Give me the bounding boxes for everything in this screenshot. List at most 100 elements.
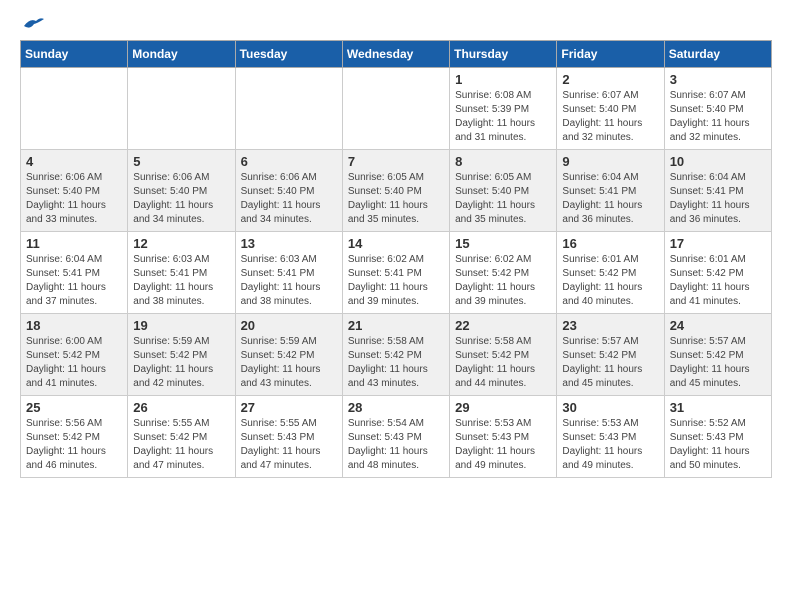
day-number: 18 bbox=[26, 318, 122, 333]
day-info: Sunrise: 5:55 AM Sunset: 5:42 PM Dayligh… bbox=[133, 417, 229, 473]
day-number: 10 bbox=[670, 154, 766, 169]
calendar-cell: 14 Sunrise: 6:02 AM Sunset: 5:41 PM Dayli… bbox=[342, 232, 449, 314]
day-info: Sunrise: 6:05 AM Sunset: 5:40 PM Dayligh… bbox=[348, 171, 444, 227]
day-number: 30 bbox=[562, 400, 658, 415]
calendar-cell: 2 Sunrise: 6:07 AM Sunset: 5:40 PM Daylig… bbox=[557, 68, 664, 150]
day-number: 21 bbox=[348, 318, 444, 333]
calendar-cell: 19 Sunrise: 5:59 AM Sunset: 5:42 PM Dayli… bbox=[128, 314, 235, 396]
calendar-cell: 11 Sunrise: 6:04 AM Sunset: 5:41 PM Dayli… bbox=[21, 232, 128, 314]
day-info: Sunrise: 6:04 AM Sunset: 5:41 PM Dayligh… bbox=[26, 253, 122, 309]
day-info: Sunrise: 5:56 AM Sunset: 5:42 PM Dayligh… bbox=[26, 417, 122, 473]
day-number: 12 bbox=[133, 236, 229, 251]
day-number: 23 bbox=[562, 318, 658, 333]
bird-icon bbox=[22, 16, 44, 34]
day-info: Sunrise: 5:59 AM Sunset: 5:42 PM Dayligh… bbox=[241, 335, 337, 391]
calendar-cell: 9 Sunrise: 6:04 AM Sunset: 5:41 PM Daylig… bbox=[557, 150, 664, 232]
day-info: Sunrise: 6:03 AM Sunset: 5:41 PM Dayligh… bbox=[133, 253, 229, 309]
calendar-cell: 1Sunrise: 6:08 AM Sunset: 5:39 PM Daylig… bbox=[450, 68, 557, 150]
calendar-cell: 15 Sunrise: 6:02 AM Sunset: 5:42 PM Dayli… bbox=[450, 232, 557, 314]
day-number: 1 bbox=[455, 72, 551, 87]
day-number: 31 bbox=[670, 400, 766, 415]
calendar-cell bbox=[342, 68, 449, 150]
day-info: Sunrise: 6:04 AM Sunset: 5:41 PM Dayligh… bbox=[670, 171, 766, 227]
day-number: 7 bbox=[348, 154, 444, 169]
weekday-header-thursday: Thursday bbox=[450, 41, 557, 68]
day-info: Sunrise: 6:00 AM Sunset: 5:42 PM Dayligh… bbox=[26, 335, 122, 391]
day-info: Sunrise: 5:58 AM Sunset: 5:42 PM Dayligh… bbox=[348, 335, 444, 391]
logo bbox=[20, 20, 44, 30]
day-info: Sunrise: 6:07 AM Sunset: 5:40 PM Dayligh… bbox=[562, 89, 658, 145]
calendar-cell: 21 Sunrise: 5:58 AM Sunset: 5:42 PM Dayli… bbox=[342, 314, 449, 396]
weekday-header-tuesday: Tuesday bbox=[235, 41, 342, 68]
calendar-cell: 7 Sunrise: 6:05 AM Sunset: 5:40 PM Daylig… bbox=[342, 150, 449, 232]
day-info: Sunrise: 6:01 AM Sunset: 5:42 PM Dayligh… bbox=[562, 253, 658, 309]
day-info: Sunrise: 5:52 AM Sunset: 5:43 PM Dayligh… bbox=[670, 417, 766, 473]
calendar-cell: 25 Sunrise: 5:56 AM Sunset: 5:42 PM Dayli… bbox=[21, 396, 128, 478]
day-number: 29 bbox=[455, 400, 551, 415]
weekday-header-saturday: Saturday bbox=[664, 41, 771, 68]
day-number: 5 bbox=[133, 154, 229, 169]
day-info: Sunrise: 5:59 AM Sunset: 5:42 PM Dayligh… bbox=[133, 335, 229, 391]
day-number: 26 bbox=[133, 400, 229, 415]
calendar-cell bbox=[235, 68, 342, 150]
day-info: Sunrise: 5:53 AM Sunset: 5:43 PM Dayligh… bbox=[455, 417, 551, 473]
day-info: Sunrise: 6:06 AM Sunset: 5:40 PM Dayligh… bbox=[133, 171, 229, 227]
day-info: Sunrise: 6:04 AM Sunset: 5:41 PM Dayligh… bbox=[562, 171, 658, 227]
calendar-cell bbox=[128, 68, 235, 150]
calendar-week-row: 25 Sunrise: 5:56 AM Sunset: 5:42 PM Dayli… bbox=[21, 396, 772, 478]
day-number: 15 bbox=[455, 236, 551, 251]
day-info: Sunrise: 6:07 AM Sunset: 5:40 PM Dayligh… bbox=[670, 89, 766, 145]
day-number: 8 bbox=[455, 154, 551, 169]
calendar-cell: 13Sunrise: 6:03 AM Sunset: 5:41 PM Dayli… bbox=[235, 232, 342, 314]
calendar-week-row: 11 Sunrise: 6:04 AM Sunset: 5:41 PM Dayli… bbox=[21, 232, 772, 314]
calendar-cell: 31 Sunrise: 5:52 AM Sunset: 5:43 PM Dayli… bbox=[664, 396, 771, 478]
calendar-cell: 5 Sunrise: 6:06 AM Sunset: 5:40 PM Daylig… bbox=[128, 150, 235, 232]
day-info: Sunrise: 5:57 AM Sunset: 5:42 PM Dayligh… bbox=[670, 335, 766, 391]
calendar-cell: 29 Sunrise: 5:53 AM Sunset: 5:43 PM Dayli… bbox=[450, 396, 557, 478]
weekday-header-monday: Monday bbox=[128, 41, 235, 68]
day-info: Sunrise: 5:58 AM Sunset: 5:42 PM Dayligh… bbox=[455, 335, 551, 391]
day-number: 28 bbox=[348, 400, 444, 415]
day-info: Sunrise: 6:05 AM Sunset: 5:40 PM Dayligh… bbox=[455, 171, 551, 227]
day-number: 9 bbox=[562, 154, 658, 169]
calendar-cell: 30 Sunrise: 5:53 AM Sunset: 5:43 PM Dayli… bbox=[557, 396, 664, 478]
day-number: 19 bbox=[133, 318, 229, 333]
weekday-header-sunday: Sunday bbox=[21, 41, 128, 68]
day-info: Sunrise: 5:54 AM Sunset: 5:43 PM Dayligh… bbox=[348, 417, 444, 473]
day-number: 11 bbox=[26, 236, 122, 251]
calendar-cell: 20 Sunrise: 5:59 AM Sunset: 5:42 PM Dayli… bbox=[235, 314, 342, 396]
calendar-cell: 3 Sunrise: 6:07 AM Sunset: 5:40 PM Daylig… bbox=[664, 68, 771, 150]
day-info: Sunrise: 5:55 AM Sunset: 5:43 PM Dayligh… bbox=[241, 417, 337, 473]
weekday-header-row: SundayMondayTuesdayWednesdayThursdayFrid… bbox=[21, 41, 772, 68]
day-number: 14 bbox=[348, 236, 444, 251]
calendar-table: SundayMondayTuesdayWednesdayThursdayFrid… bbox=[20, 40, 772, 478]
day-info: Sunrise: 6:06 AM Sunset: 5:40 PM Dayligh… bbox=[241, 171, 337, 227]
day-info: Sunrise: 6:02 AM Sunset: 5:41 PM Dayligh… bbox=[348, 253, 444, 309]
calendar-cell: 17Sunrise: 6:01 AM Sunset: 5:42 PM Dayli… bbox=[664, 232, 771, 314]
header bbox=[20, 20, 772, 30]
day-info: Sunrise: 6:02 AM Sunset: 5:42 PM Dayligh… bbox=[455, 253, 551, 309]
calendar-cell: 26 Sunrise: 5:55 AM Sunset: 5:42 PM Dayli… bbox=[128, 396, 235, 478]
day-number: 20 bbox=[241, 318, 337, 333]
day-number: 3 bbox=[670, 72, 766, 87]
day-number: 27 bbox=[241, 400, 337, 415]
calendar-cell: 16Sunrise: 6:01 AM Sunset: 5:42 PM Dayli… bbox=[557, 232, 664, 314]
calendar-cell: 27 Sunrise: 5:55 AM Sunset: 5:43 PM Dayli… bbox=[235, 396, 342, 478]
calendar-cell: 4Sunrise: 6:06 AM Sunset: 5:40 PM Daylig… bbox=[21, 150, 128, 232]
day-number: 2 bbox=[562, 72, 658, 87]
calendar-week-row: 4Sunrise: 6:06 AM Sunset: 5:40 PM Daylig… bbox=[21, 150, 772, 232]
calendar-cell bbox=[21, 68, 128, 150]
day-number: 24 bbox=[670, 318, 766, 333]
calendar-cell: 8 Sunrise: 6:05 AM Sunset: 5:40 PM Daylig… bbox=[450, 150, 557, 232]
day-info: Sunrise: 6:06 AM Sunset: 5:40 PM Dayligh… bbox=[26, 171, 122, 227]
calendar-cell: 6Sunrise: 6:06 AM Sunset: 5:40 PM Daylig… bbox=[235, 150, 342, 232]
weekday-header-friday: Friday bbox=[557, 41, 664, 68]
day-info: Sunrise: 6:03 AM Sunset: 5:41 PM Dayligh… bbox=[241, 253, 337, 309]
day-info: Sunrise: 5:53 AM Sunset: 5:43 PM Dayligh… bbox=[562, 417, 658, 473]
calendar-cell: 18 Sunrise: 6:00 AM Sunset: 5:42 PM Dayli… bbox=[21, 314, 128, 396]
day-number: 17 bbox=[670, 236, 766, 251]
day-number: 25 bbox=[26, 400, 122, 415]
calendar-cell: 24 Sunrise: 5:57 AM Sunset: 5:42 PM Dayli… bbox=[664, 314, 771, 396]
calendar-cell: 10 Sunrise: 6:04 AM Sunset: 5:41 PM Dayli… bbox=[664, 150, 771, 232]
calendar-week-row: 1Sunrise: 6:08 AM Sunset: 5:39 PM Daylig… bbox=[21, 68, 772, 150]
